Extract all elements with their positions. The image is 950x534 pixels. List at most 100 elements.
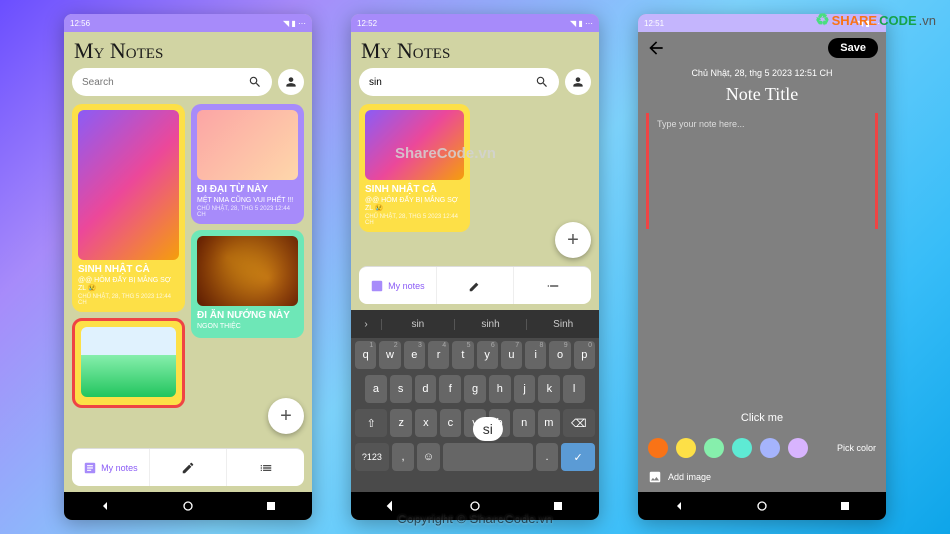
note-image bbox=[365, 110, 464, 180]
key-n[interactable]: n bbox=[513, 409, 535, 437]
image-icon bbox=[648, 470, 662, 484]
key-backspace[interactable]: ⌫ bbox=[563, 409, 595, 437]
key-comma[interactable]: , bbox=[392, 443, 415, 471]
key-c[interactable]: c bbox=[440, 409, 462, 437]
recent-icon[interactable] bbox=[263, 498, 279, 514]
note-image bbox=[78, 110, 179, 260]
status-bar: 12:52 ◥ ▮ ⋯ bbox=[351, 14, 599, 32]
sharecode-logo: ♻ SHARECODE.vn bbox=[815, 10, 936, 30]
kb-row: q1 w2 e3 r4 t5 y6 u7 i8 o9 p0 bbox=[351, 338, 599, 372]
key-o[interactable]: o9 bbox=[549, 341, 570, 369]
add-note-fab[interactable]: + bbox=[268, 398, 304, 434]
bottom-nav: My notes bbox=[359, 266, 591, 304]
key-f[interactable]: f bbox=[439, 375, 461, 403]
note-card[interactable]: SINH NHẬT CÀ @@ HÔM ĐẤY BỊ MẮNG SỢ ZL 😢 … bbox=[72, 104, 185, 312]
key-e[interactable]: e3 bbox=[404, 341, 425, 369]
status-icons: ◥ ▮ ⋯ bbox=[570, 19, 593, 28]
nav-label: My notes bbox=[101, 463, 138, 473]
suggestion[interactable]: sin bbox=[381, 319, 454, 330]
notes-icon bbox=[370, 279, 384, 293]
key-d[interactable]: d bbox=[415, 375, 437, 403]
key-space[interactable]: si bbox=[443, 443, 533, 471]
note-card[interactable]: SINH NHẬT CÀ @@ HÔM ĐẤY BỊ MẮNG SỢ ZL 😢 … bbox=[359, 104, 470, 232]
person-icon bbox=[571, 75, 585, 89]
key-u[interactable]: u7 bbox=[501, 341, 522, 369]
note-date: CHỦ NHẬT, 28, THG 5 2023 12:44 CH bbox=[365, 214, 464, 226]
status-time: 12:51 bbox=[644, 19, 664, 28]
phone-notes-search: 12:52 ◥ ▮ ⋯ My Notes SINH NHẬT CÀ @@ HÔM… bbox=[351, 14, 599, 520]
key-l[interactable]: l bbox=[563, 375, 585, 403]
key-w[interactable]: w2 bbox=[379, 341, 400, 369]
key-q[interactable]: q1 bbox=[355, 341, 376, 369]
search-bar[interactable] bbox=[72, 68, 272, 96]
keyboard: › sin sinh Sinh q1 w2 e3 r4 t5 y6 u7 i8 … bbox=[351, 310, 599, 492]
profile-button[interactable] bbox=[278, 69, 304, 95]
note-card[interactable]: ĐI ĐẠI TỪ NÀY MỆT NMA CŨNG VUI PHẾT !!! … bbox=[191, 104, 304, 224]
back-button[interactable] bbox=[646, 38, 666, 58]
profile-button[interactable] bbox=[565, 69, 591, 95]
app-title: My Notes bbox=[351, 32, 599, 68]
key-h[interactable]: h bbox=[489, 375, 511, 403]
key-enter[interactable]: ✓ bbox=[561, 443, 595, 471]
suggestion-row: › sin sinh Sinh bbox=[351, 310, 599, 338]
key-t[interactable]: t5 bbox=[452, 341, 473, 369]
key-z[interactable]: z bbox=[390, 409, 412, 437]
color-green[interactable] bbox=[704, 438, 724, 458]
nav-edit[interactable] bbox=[149, 449, 227, 486]
add-note-fab[interactable]: + bbox=[555, 222, 591, 258]
suggestion[interactable]: sinh bbox=[454, 319, 527, 330]
key-g[interactable]: g bbox=[464, 375, 486, 403]
editor-body[interactable]: Type your note here... bbox=[646, 113, 878, 404]
key-s[interactable]: s bbox=[390, 375, 412, 403]
key-shift[interactable]: ⇧ bbox=[355, 409, 387, 437]
home-icon[interactable] bbox=[754, 498, 770, 514]
status-bar: 12:56 ◥ ▮ ⋯ bbox=[64, 14, 312, 32]
key-a[interactable]: a bbox=[365, 375, 387, 403]
note-card[interactable]: ĐI ĂN NƯỚNG NÀY NGON THIỆC bbox=[191, 230, 304, 338]
notes-icon bbox=[83, 461, 97, 475]
color-teal[interactable] bbox=[732, 438, 752, 458]
home-icon[interactable] bbox=[180, 498, 196, 514]
nav-list[interactable] bbox=[513, 267, 591, 304]
recent-icon[interactable] bbox=[837, 498, 853, 514]
key-i[interactable]: i8 bbox=[525, 341, 546, 369]
key-r[interactable]: r4 bbox=[428, 341, 449, 369]
color-orange[interactable] bbox=[648, 438, 668, 458]
key-x[interactable]: x bbox=[415, 409, 437, 437]
nav-my-notes[interactable]: My notes bbox=[72, 449, 149, 486]
notes-grid: SINH NHẬT CÀ @@ HÔM ĐẤY BỊ MẮNG SỢ ZL 😢 … bbox=[64, 104, 312, 442]
back-icon[interactable] bbox=[671, 498, 687, 514]
search-input[interactable] bbox=[82, 77, 248, 88]
key-m[interactable]: m bbox=[538, 409, 560, 437]
back-icon[interactable] bbox=[97, 498, 113, 514]
pencil-icon bbox=[468, 279, 482, 293]
suggestion[interactable]: Sinh bbox=[526, 319, 599, 330]
pick-color-label[interactable]: Pick color bbox=[837, 443, 876, 453]
editor-title[interactable]: Note Title bbox=[638, 82, 886, 113]
search-input[interactable] bbox=[369, 77, 535, 88]
key-symbols[interactable]: ?123 bbox=[355, 443, 389, 471]
key-k[interactable]: k bbox=[538, 375, 560, 403]
save-button[interactable]: Save bbox=[828, 38, 878, 58]
note-card[interactable] bbox=[72, 318, 185, 408]
pencil-icon bbox=[181, 461, 195, 475]
key-p[interactable]: p0 bbox=[574, 341, 595, 369]
click-me-button[interactable]: Click me bbox=[638, 404, 886, 432]
note-image bbox=[197, 110, 298, 180]
color-indigo[interactable] bbox=[760, 438, 780, 458]
key-j[interactable]: j bbox=[514, 375, 536, 403]
note-body: NGON THIỆC bbox=[197, 323, 298, 330]
nav-edit[interactable] bbox=[436, 267, 514, 304]
nav-my-notes[interactable]: My notes bbox=[359, 267, 436, 304]
color-yellow[interactable] bbox=[676, 438, 696, 458]
key-dot[interactable]: . bbox=[536, 443, 559, 471]
add-image-button[interactable]: Add image bbox=[638, 464, 886, 492]
color-purple[interactable] bbox=[788, 438, 808, 458]
search-bar[interactable] bbox=[359, 68, 559, 96]
key-y[interactable]: y6 bbox=[477, 341, 498, 369]
nav-list[interactable] bbox=[226, 449, 304, 486]
note-body: @@ HÔM ĐẤY BỊ MẮNG SỢ ZL 😢 bbox=[365, 197, 464, 212]
list-icon bbox=[546, 279, 560, 293]
key-emoji[interactable]: ☺ bbox=[417, 443, 440, 471]
chevron-icon[interactable]: › bbox=[351, 319, 381, 330]
